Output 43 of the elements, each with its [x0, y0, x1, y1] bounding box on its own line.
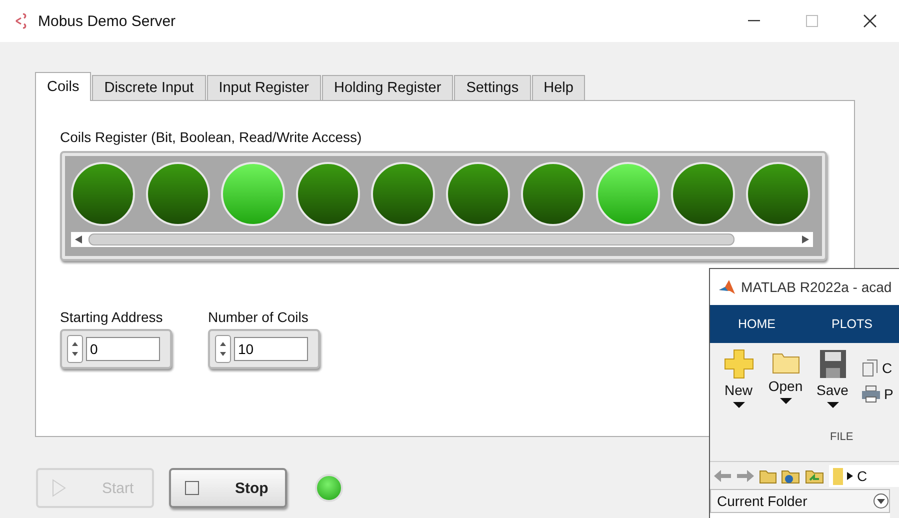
close-icon: [863, 14, 877, 28]
square-icon: [185, 481, 199, 495]
dropdown-arrow-icon[interactable]: [826, 401, 838, 409]
horizontal-scrollbar[interactable]: [71, 232, 813, 247]
tab[interactable]: Help: [532, 75, 586, 100]
ribbon-tab[interactable]: HOME: [710, 305, 804, 343]
folder-icon: [833, 466, 843, 484]
maximize-icon: [806, 15, 818, 27]
path-text[interactable]: C: [857, 468, 868, 484]
play-icon: [52, 479, 66, 497]
panel-header: Current Folder: [710, 489, 890, 513]
dropdown-icon[interactable]: [873, 493, 889, 509]
dropdown-arrow-icon[interactable]: [732, 401, 744, 409]
panel-title: Coils Register (Bit, Boolean, Read/Write Access): [60, 129, 363, 145]
tool-label[interactable]: Open: [768, 378, 803, 394]
section-label: FILE: [830, 431, 854, 443]
tab[interactable]: Holding Register: [322, 75, 454, 100]
document-icon: [861, 359, 879, 377]
numeric-spinner[interactable]: 0: [60, 329, 172, 369]
tool-label[interactable]: New: [724, 382, 752, 398]
tab[interactable]: Coils: [35, 72, 92, 101]
ribbon-tab[interactable]: PLOTS: [804, 305, 899, 343]
plus-icon: [724, 349, 754, 379]
minimize-icon: [748, 20, 760, 22]
tool-label[interactable]: Save: [816, 382, 848, 398]
window-title: Mobus Demo Server: [38, 12, 176, 30]
numeric-spinner[interactable]: 10: [208, 329, 320, 369]
caret-icon: [847, 472, 853, 480]
folder-up-icon[interactable]: [759, 468, 777, 484]
printer-icon: [861, 385, 881, 403]
tool-label[interactable]: P: [884, 386, 894, 402]
dropdown-arrow-icon[interactable]: [780, 397, 792, 405]
tool-label[interactable]: C: [882, 360, 892, 376]
window-title: MATLAB R2022a - acad: [741, 279, 892, 295]
folder-icon[interactable]: [781, 468, 801, 484]
field-label: Number of Coils: [208, 309, 310, 325]
stop-button[interactable]: Stop: [169, 468, 287, 508]
field-label: Starting Address: [60, 309, 164, 325]
logo-icon: [718, 279, 736, 295]
tab[interactable]: Input Register: [206, 75, 321, 100]
tab[interactable]: Settings: [454, 75, 531, 100]
folder-icon[interactable]: [805, 468, 825, 484]
tab[interactable]: Discrete Input: [92, 75, 206, 100]
